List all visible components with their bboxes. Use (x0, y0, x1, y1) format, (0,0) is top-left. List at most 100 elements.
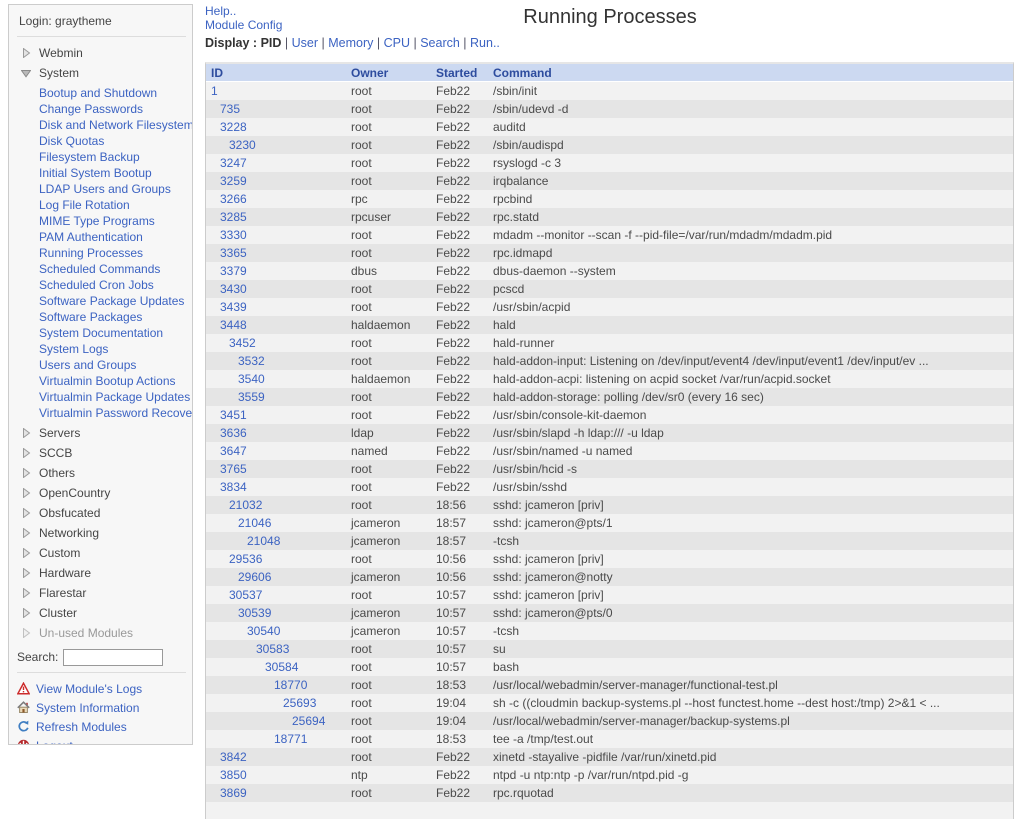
chevron-right-icon[interactable] (21, 488, 31, 498)
chevron-right-icon[interactable] (21, 568, 31, 578)
sidebar-item-disk-quotas[interactable]: Disk Quotas (39, 133, 186, 149)
sidebar-category-obsfucated[interactable]: Obsfucated (17, 503, 186, 523)
sidebar-item-users-and-groups[interactable]: Users and Groups (39, 357, 186, 373)
chevron-right-icon[interactable] (21, 48, 31, 58)
sidebar-item-ldap-users-and-groups[interactable]: LDAP Users and Groups (39, 181, 186, 197)
process-link[interactable]: 1 (211, 84, 218, 98)
process-link[interactable]: 3451 (220, 408, 247, 422)
process-link[interactable]: 3850 (220, 768, 247, 782)
sidebar-link-view-module-s-logs[interactable]: View Module's Logs (17, 679, 186, 698)
sidebar-category-un-used-modules[interactable]: Un-used Modules (17, 623, 186, 643)
sidebar-category-custom[interactable]: Custom (17, 543, 186, 563)
sidebar-category-cluster[interactable]: Cluster (17, 603, 186, 623)
sidebar-category-sccb[interactable]: SCCB (17, 443, 186, 463)
sidebar-item-pam-authentication[interactable]: PAM Authentication (39, 229, 186, 245)
process-link[interactable]: 3532 (238, 354, 265, 368)
sidebar-item-virtualmin-bootup-actions[interactable]: Virtualmin Bootup Actions (39, 373, 186, 389)
sidebar-item-virtualmin-package-updates[interactable]: Virtualmin Package Updates (39, 389, 186, 405)
sidebar-item-bootup-and-shutdown[interactable]: Bootup and Shutdown (39, 85, 186, 101)
sidebar-item-mime-type-programs[interactable]: MIME Type Programs (39, 213, 186, 229)
process-link[interactable]: 3259 (220, 174, 247, 188)
process-link[interactable]: 30540 (247, 624, 280, 638)
sidebar-item-system-logs[interactable]: System Logs (39, 341, 186, 357)
sidebar-category-others[interactable]: Others (17, 463, 186, 483)
process-link[interactable]: 3559 (238, 390, 265, 404)
chevron-right-icon[interactable] (21, 628, 31, 638)
sidebar-link-refresh-modules[interactable]: Refresh Modules (17, 717, 186, 736)
process-link[interactable]: 29606 (238, 570, 271, 584)
sidebar-item-running-processes[interactable]: Running Processes (39, 245, 186, 261)
process-link[interactable]: 18771 (274, 732, 307, 746)
process-link[interactable]: 3636 (220, 426, 247, 440)
process-link[interactable]: 21032 (229, 498, 262, 512)
process-link[interactable]: 30537 (229, 588, 262, 602)
display-link-run[interactable]: Run.. (470, 36, 500, 50)
cell-id: 30583 (206, 640, 346, 658)
process-link[interactable]: 3379 (220, 264, 247, 278)
sidebar-item-software-package-updates[interactable]: Software Package Updates (39, 293, 186, 309)
process-link[interactable]: 25693 (283, 696, 316, 710)
process-link[interactable]: 3365 (220, 246, 247, 260)
chevron-right-icon[interactable] (21, 528, 31, 538)
sidebar-item-software-packages[interactable]: Software Packages (39, 309, 186, 325)
process-link[interactable]: 3439 (220, 300, 247, 314)
chevron-right-icon[interactable] (21, 608, 31, 618)
process-link[interactable]: 3842 (220, 750, 247, 764)
chevron-right-icon[interactable] (21, 548, 31, 558)
process-link[interactable]: 3540 (238, 372, 265, 386)
process-link[interactable]: 30539 (238, 606, 271, 620)
display-link-cpu[interactable]: CPU (384, 36, 410, 50)
process-link[interactable]: 3330 (220, 228, 247, 242)
sidebar-item-filesystem-backup[interactable]: Filesystem Backup (39, 149, 186, 165)
chevron-right-icon[interactable] (21, 508, 31, 518)
sidebar-link-logout[interactable]: Logout (17, 736, 186, 745)
sidebar-category-system[interactable]: System (17, 63, 186, 83)
process-link[interactable]: 3452 (229, 336, 256, 350)
chevron-down-icon[interactable] (21, 68, 31, 78)
chevron-right-icon[interactable] (21, 428, 31, 438)
sidebar-category-servers[interactable]: Servers (17, 423, 186, 443)
display-link-search[interactable]: Search (420, 36, 460, 50)
sidebar-item-change-passwords[interactable]: Change Passwords (39, 101, 186, 117)
process-link[interactable]: 30584 (265, 660, 298, 674)
sidebar-category-opencountry[interactable]: OpenCountry (17, 483, 186, 503)
sidebar-item-scheduled-cron-jobs[interactable]: Scheduled Cron Jobs (39, 277, 186, 293)
sidebar-item-system-documentation[interactable]: System Documentation (39, 325, 186, 341)
display-link-memory[interactable]: Memory (328, 36, 373, 50)
chevron-right-icon[interactable] (21, 468, 31, 478)
sidebar-item-scheduled-commands[interactable]: Scheduled Commands (39, 261, 186, 277)
process-link[interactable]: 3869 (220, 786, 247, 800)
sidebar-category-flarestar[interactable]: Flarestar (17, 583, 186, 603)
process-link[interactable]: 3266 (220, 192, 247, 206)
chevron-right-icon[interactable] (21, 588, 31, 598)
process-link[interactable]: 3448 (220, 318, 247, 332)
sidebar-category-hardware[interactable]: Hardware (17, 563, 186, 583)
process-link[interactable]: 3430 (220, 282, 247, 296)
process-link[interactable]: 25694 (292, 714, 325, 728)
process-link[interactable]: 3647 (220, 444, 247, 458)
process-link[interactable]: 30583 (256, 642, 289, 656)
sidebar-link-system-information[interactable]: System Information (17, 698, 186, 717)
sidebar-item-initial-system-bootup[interactable]: Initial System Bootup (39, 165, 186, 181)
cell-command: dbus-daemon --system (488, 262, 1013, 280)
process-link[interactable]: 3834 (220, 480, 247, 494)
cell-command: sh -c ((cloudmin backup-systems.pl --hos… (488, 694, 1013, 712)
sidebar-item-disk-and-network-filesystems[interactable]: Disk and Network Filesystems (39, 117, 186, 133)
process-link[interactable]: 21048 (247, 534, 280, 548)
process-link[interactable]: 3765 (220, 462, 247, 476)
sidebar-item-log-file-rotation[interactable]: Log File Rotation (39, 197, 186, 213)
search-input[interactable] (63, 649, 163, 666)
process-link[interactable]: 735 (220, 102, 240, 116)
process-link[interactable]: 3228 (220, 120, 247, 134)
process-link[interactable]: 18770 (274, 678, 307, 692)
sidebar-item-virtualmin-password-recovery[interactable]: Virtualmin Password Recovery (39, 405, 186, 421)
chevron-right-icon[interactable] (21, 448, 31, 458)
process-link[interactable]: 3230 (229, 138, 256, 152)
process-link[interactable]: 21046 (238, 516, 271, 530)
process-link[interactable]: 29536 (229, 552, 262, 566)
process-link[interactable]: 3247 (220, 156, 247, 170)
display-link-user[interactable]: User (292, 36, 318, 50)
sidebar-category-networking[interactable]: Networking (17, 523, 186, 543)
process-link[interactable]: 3285 (220, 210, 247, 224)
sidebar-category-webmin[interactable]: Webmin (17, 43, 186, 63)
